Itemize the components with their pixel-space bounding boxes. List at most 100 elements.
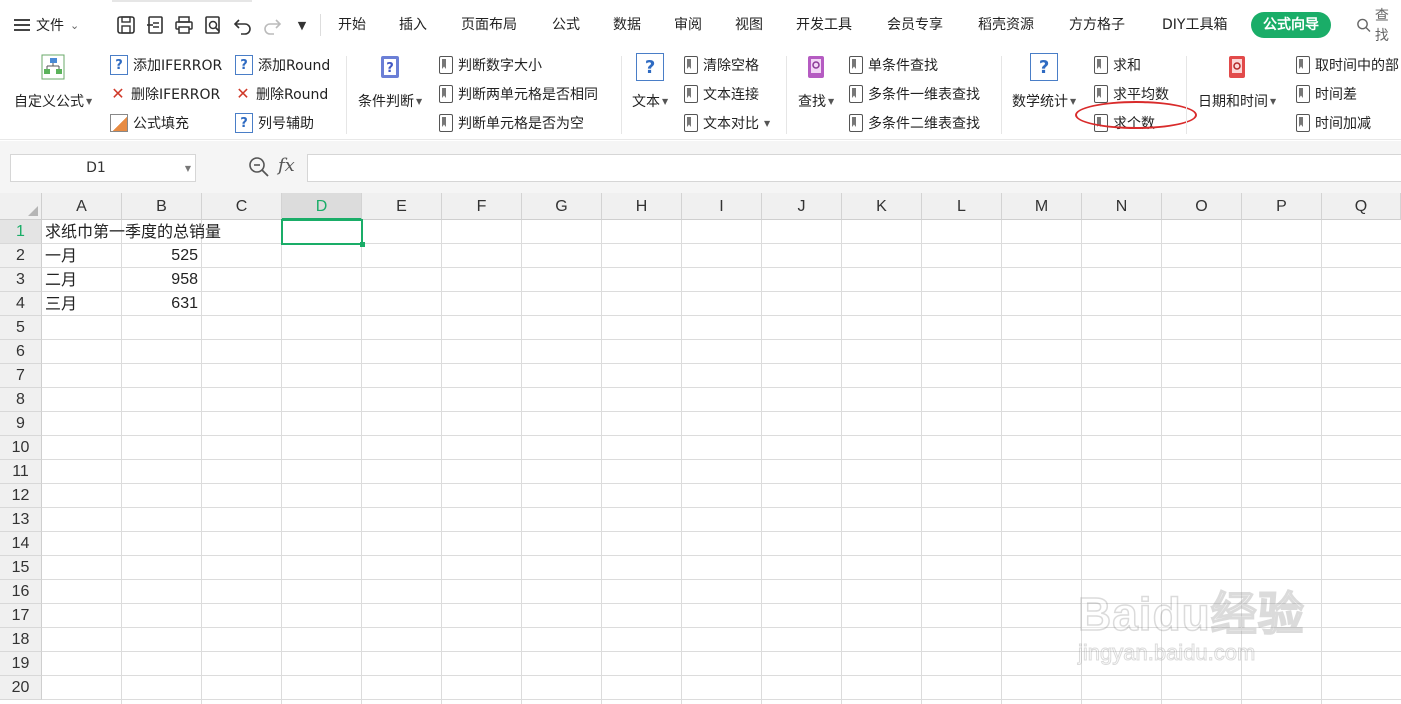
multi-find-1d-button[interactable]: 多条件一维表查找 xyxy=(849,83,980,105)
cell-a1[interactable]: 求纸巾第一季度的总销量 xyxy=(45,220,221,244)
cell-b3[interactable]: 958 xyxy=(122,268,202,292)
tab-view[interactable]: 视图 xyxy=(735,14,763,36)
column-header-h[interactable]: H xyxy=(602,193,682,220)
tab-formulas[interactable]: 公式 xyxy=(552,14,580,36)
row-header-17[interactable]: 17 xyxy=(0,604,42,628)
judge-number-size-button[interactable]: 判断数字大小 xyxy=(439,54,542,76)
count-button[interactable]: 求个数 xyxy=(1094,112,1155,134)
export-pdf-icon[interactable] xyxy=(144,13,168,37)
row-header-5[interactable]: 5 xyxy=(0,316,42,340)
cell-b4[interactable]: 631 xyxy=(122,292,202,316)
text-join-button[interactable]: 文本连接 xyxy=(684,83,759,105)
condition-judge-button[interactable]: ? 条件判断 ▼ xyxy=(358,53,422,111)
delete-round-button[interactable]: ✕ 删除Round xyxy=(235,83,328,105)
column-header-i[interactable]: I xyxy=(682,193,762,220)
row-header-10[interactable]: 10 xyxy=(0,436,42,460)
tab-data[interactable]: 数据 xyxy=(613,14,641,36)
column-header-q[interactable]: Q xyxy=(1322,193,1401,220)
search-box[interactable]: 查找 xyxy=(1356,8,1401,44)
row-header-6[interactable]: 6 xyxy=(0,340,42,364)
active-cell-d1[interactable] xyxy=(281,219,365,247)
row-header-2[interactable]: 2 xyxy=(0,244,42,268)
clear-space-button[interactable]: 清除空格 xyxy=(684,54,759,76)
save-icon[interactable] xyxy=(114,13,138,37)
sum-button[interactable]: 求和 xyxy=(1094,54,1141,76)
column-header-n[interactable]: N xyxy=(1082,193,1162,220)
column-header-a[interactable]: A xyxy=(42,193,122,220)
row-header-12[interactable]: 12 xyxy=(0,484,42,508)
row-header-1[interactable]: 1 xyxy=(0,220,42,244)
zoom-icon[interactable] xyxy=(248,156,270,178)
time-diff-button[interactable]: 时间差 xyxy=(1296,83,1357,105)
tab-ffcell[interactable]: 方方格子 xyxy=(1069,14,1125,36)
row-header-9[interactable]: 9 xyxy=(0,412,42,436)
column-header-p[interactable]: P xyxy=(1242,193,1322,220)
tab-page-layout[interactable]: 页面布局 xyxy=(461,14,517,36)
formula-fill-button[interactable]: 公式填充 xyxy=(110,112,189,134)
multi-find-2d-button[interactable]: 多条件二维表查找 xyxy=(849,112,980,134)
row-header-15[interactable]: 15 xyxy=(0,556,42,580)
column-helper-button[interactable]: ? 列号辅助 xyxy=(235,112,314,134)
column-header-f[interactable]: F xyxy=(442,193,522,220)
row-header-8[interactable]: 8 xyxy=(0,388,42,412)
column-header-g[interactable]: G xyxy=(522,193,602,220)
row-header-14[interactable]: 14 xyxy=(0,532,42,556)
add-iferror-button[interactable]: ? 添加IFERROR xyxy=(110,54,222,76)
date-time-button[interactable]: 日期和时间 ▼ xyxy=(1198,53,1276,111)
add-round-button[interactable]: ? 添加Round xyxy=(235,54,330,76)
row-header-19[interactable]: 19 xyxy=(0,652,42,676)
chevron-down-icon[interactable]: ▼ xyxy=(181,164,195,173)
cell-a4[interactable]: 三月 xyxy=(45,292,77,316)
judge-cells-same-button[interactable]: 判断两单元格是否相同 xyxy=(439,83,598,105)
print-icon[interactable] xyxy=(172,13,196,37)
row-header-18[interactable]: 18 xyxy=(0,628,42,652)
quick-access-more-icon[interactable]: ▼ xyxy=(290,13,314,37)
find-button[interactable]: 查找 ▼ xyxy=(798,53,834,111)
average-button[interactable]: 求平均数 xyxy=(1094,83,1169,105)
judge-cell-empty-button[interactable]: 判断单元格是否为空 xyxy=(439,112,584,134)
get-time-part-button[interactable]: 取时间中的部 xyxy=(1296,54,1399,76)
cell-b2[interactable]: 525 xyxy=(122,244,202,268)
time-add-button[interactable]: 时间加减 xyxy=(1296,112,1371,134)
row-header-3[interactable]: 3 xyxy=(0,268,42,292)
tab-docer-resources[interactable]: 稻壳资源 xyxy=(978,14,1034,36)
tab-member[interactable]: 会员专享 xyxy=(887,14,943,36)
tab-diy-toolbox[interactable]: DIY工具箱 xyxy=(1162,14,1227,36)
row-header-7[interactable]: 7 xyxy=(0,364,42,388)
tab-developer[interactable]: 开发工具 xyxy=(796,14,852,36)
cell-a3[interactable]: 二月 xyxy=(45,268,77,292)
formula-input[interactable] xyxy=(307,154,1401,182)
single-condition-find-button[interactable]: 单条件查找 xyxy=(849,54,938,76)
column-header-m[interactable]: M xyxy=(1002,193,1082,220)
row-header-11[interactable]: 11 xyxy=(0,460,42,484)
custom-formula-button[interactable]: 自定义公式 ▼ xyxy=(14,53,92,111)
cell-area[interactable] xyxy=(42,220,1401,704)
row-header-20[interactable]: 20 xyxy=(0,676,42,700)
print-preview-icon[interactable] xyxy=(201,13,225,37)
tab-insert[interactable]: 插入 xyxy=(399,14,427,36)
tab-review[interactable]: 审阅 xyxy=(674,14,702,36)
column-header-k[interactable]: K xyxy=(842,193,922,220)
cell-a2[interactable]: 一月 xyxy=(45,244,77,268)
fx-icon[interactable]: fx xyxy=(278,155,295,176)
column-header-l[interactable]: L xyxy=(922,193,1002,220)
tab-home[interactable]: 开始 xyxy=(338,14,366,36)
math-stats-button[interactable]: ? 数学统计 ▼ xyxy=(1012,53,1076,111)
column-header-b[interactable]: B xyxy=(122,193,202,220)
redo-icon[interactable] xyxy=(260,13,284,37)
column-header-o[interactable]: O xyxy=(1162,193,1242,220)
file-menu[interactable]: 文件 ⌄ xyxy=(14,14,79,36)
select-all-corner[interactable] xyxy=(0,193,42,220)
column-header-e[interactable]: E xyxy=(362,193,442,220)
text-compare-button[interactable]: 文本对比 ▼ xyxy=(684,112,770,134)
column-header-j[interactable]: J xyxy=(762,193,842,220)
delete-iferror-button[interactable]: ✕ 删除IFERROR xyxy=(110,83,220,105)
column-header-c[interactable]: C xyxy=(202,193,282,220)
row-header-4[interactable]: 4 xyxy=(0,292,42,316)
name-box[interactable]: D1 ▼ xyxy=(10,154,196,182)
row-header-13[interactable]: 13 xyxy=(0,508,42,532)
column-header-d[interactable]: D xyxy=(282,193,362,220)
tab-formula-wizard[interactable]: 公式向导 xyxy=(1251,12,1331,38)
undo-icon[interactable] xyxy=(231,13,255,37)
row-header-16[interactable]: 16 xyxy=(0,580,42,604)
